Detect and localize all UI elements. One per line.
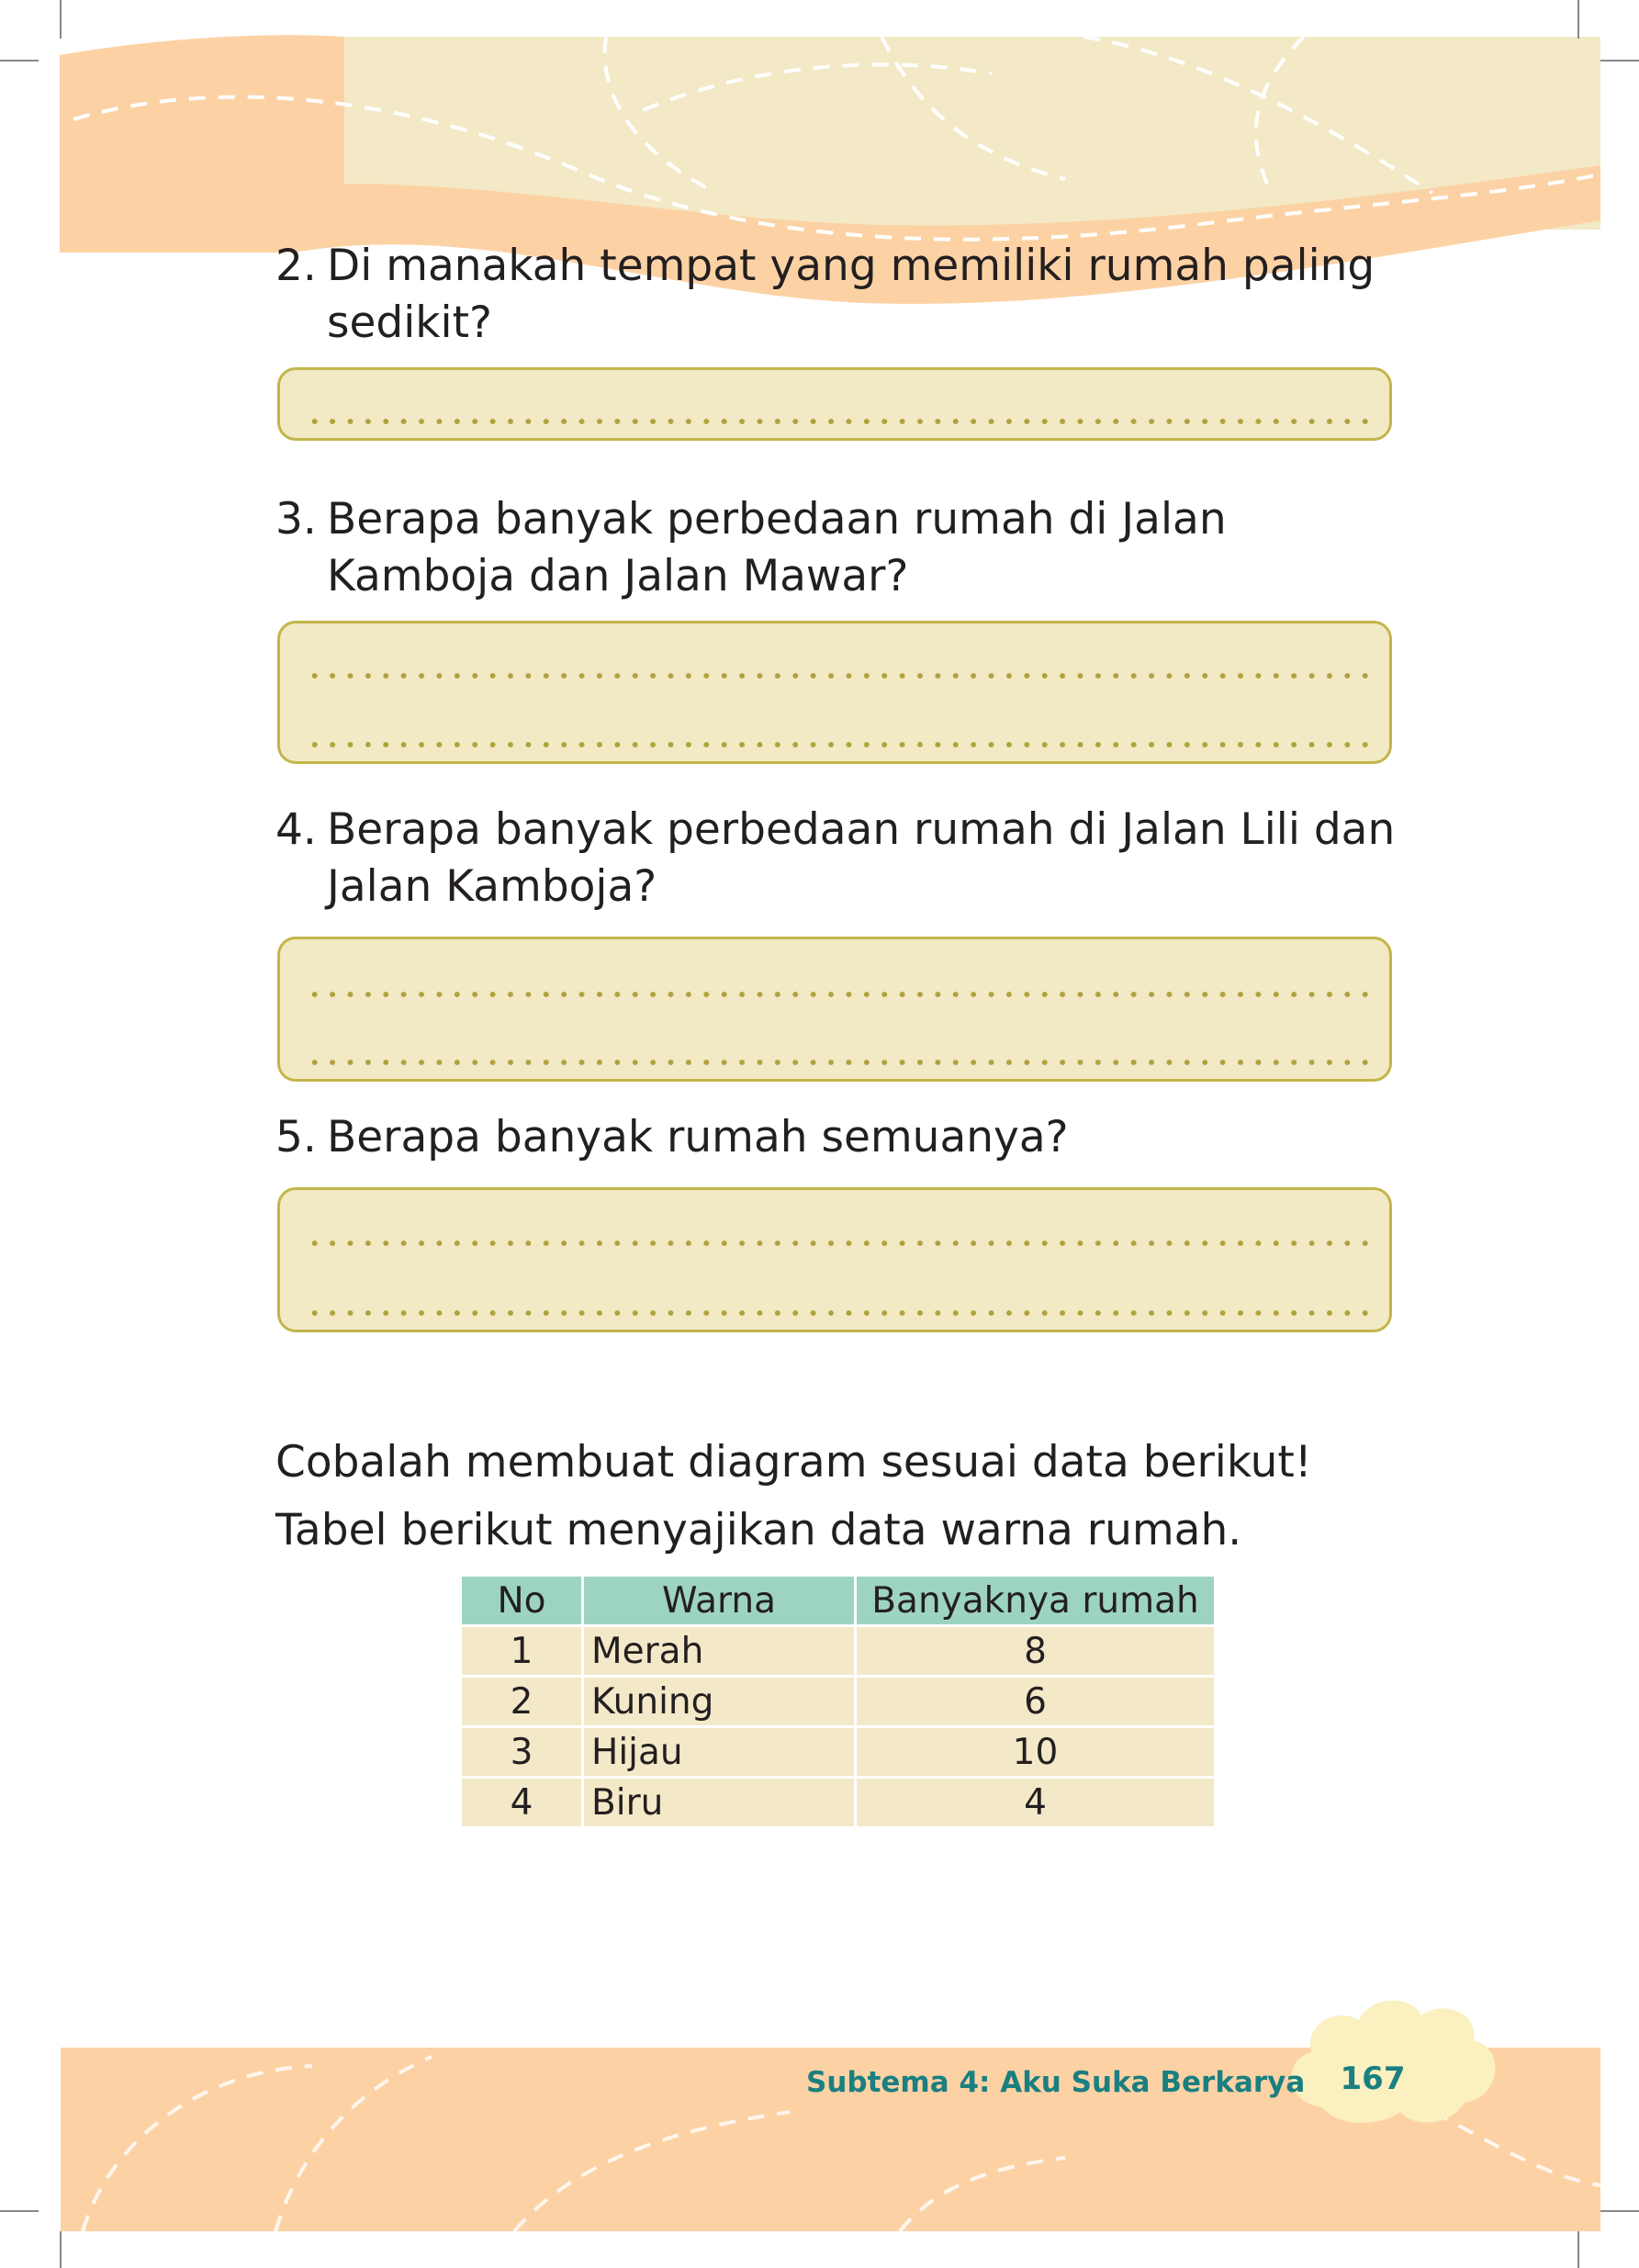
question-number: 4. bbox=[275, 804, 317, 855]
table-row: 3 Hijau 10 bbox=[459, 1725, 1217, 1779]
table-intro-text: Tabel berikut menyajikan data warna ruma… bbox=[275, 1505, 1242, 1555]
instruction-text: Cobalah membuat diagram sesuai data beri… bbox=[275, 1437, 1312, 1488]
dotted-answer-line bbox=[306, 1309, 1369, 1317]
question-text: Berapa banyak perbedaan rumah di Jalan K… bbox=[327, 494, 1227, 601]
dotted-answer-line bbox=[306, 1240, 1369, 1247]
footer-subtitle: Subtema 4: Aku Suka Berkarya bbox=[806, 2066, 1306, 2099]
dotted-answer-line bbox=[306, 741, 1369, 748]
cell-banyaknya: 10 bbox=[854, 1725, 1217, 1779]
answer-box-2[interactable] bbox=[277, 367, 1392, 441]
question-text: Berapa banyak rumah semuanya? bbox=[327, 1112, 1069, 1162]
cell-warna: Biru bbox=[581, 1776, 857, 1829]
dotted-answer-line bbox=[306, 1059, 1369, 1066]
question-5: 5. Berapa banyak rumah semuanya? bbox=[275, 1109, 1414, 1166]
question-number: 3. bbox=[275, 494, 317, 545]
question-number: 2. bbox=[275, 241, 317, 291]
cell-banyaknya: 4 bbox=[854, 1776, 1217, 1829]
cell-no: 2 bbox=[459, 1675, 584, 1728]
question-2: 2. Di manakah tempat yang memiliki rumah… bbox=[275, 238, 1414, 352]
table-row: 2 Kuning 6 bbox=[459, 1675, 1217, 1728]
table-row: 4 Biru 4 bbox=[459, 1776, 1217, 1829]
question-text: Di manakah tempat yang memiliki rumah pa… bbox=[327, 241, 1375, 348]
cell-no: 3 bbox=[459, 1725, 584, 1779]
question-3: 3. Berapa banyak perbedaan rumah di Jala… bbox=[275, 491, 1414, 605]
table-row: 1 Merah 8 bbox=[459, 1624, 1217, 1678]
dotted-answer-line bbox=[306, 991, 1369, 998]
dotted-answer-line bbox=[306, 672, 1369, 679]
answer-box-5[interactable] bbox=[277, 1187, 1392, 1332]
house-color-table: No Warna Banyaknya rumah 1 Merah 8 2 Kun… bbox=[459, 1574, 1217, 1829]
cell-no: 4 bbox=[459, 1776, 584, 1829]
cell-warna: Kuning bbox=[581, 1675, 857, 1728]
cell-warna: Merah bbox=[581, 1624, 857, 1678]
cell-no: 1 bbox=[459, 1624, 584, 1678]
table-header-row: No Warna Banyaknya rumah bbox=[459, 1574, 1217, 1627]
answer-box-3[interactable] bbox=[277, 621, 1392, 764]
page-number: 167 bbox=[1340, 2060, 1406, 2097]
question-text: Berapa banyak perbedaan rumah di Jalan L… bbox=[327, 804, 1396, 912]
answer-box-4[interactable] bbox=[277, 937, 1392, 1082]
cell-banyaknya: 6 bbox=[854, 1675, 1217, 1728]
column-header-banyaknya: Banyaknya rumah bbox=[854, 1574, 1217, 1627]
dotted-answer-line bbox=[306, 418, 1369, 425]
column-header-no: No bbox=[459, 1574, 584, 1627]
cell-banyaknya: 8 bbox=[854, 1624, 1217, 1678]
question-number: 5. bbox=[275, 1112, 317, 1162]
question-4: 4. Berapa banyak perbedaan rumah di Jala… bbox=[275, 802, 1414, 915]
cell-warna: Hijau bbox=[581, 1725, 857, 1779]
column-header-warna: Warna bbox=[581, 1574, 857, 1627]
